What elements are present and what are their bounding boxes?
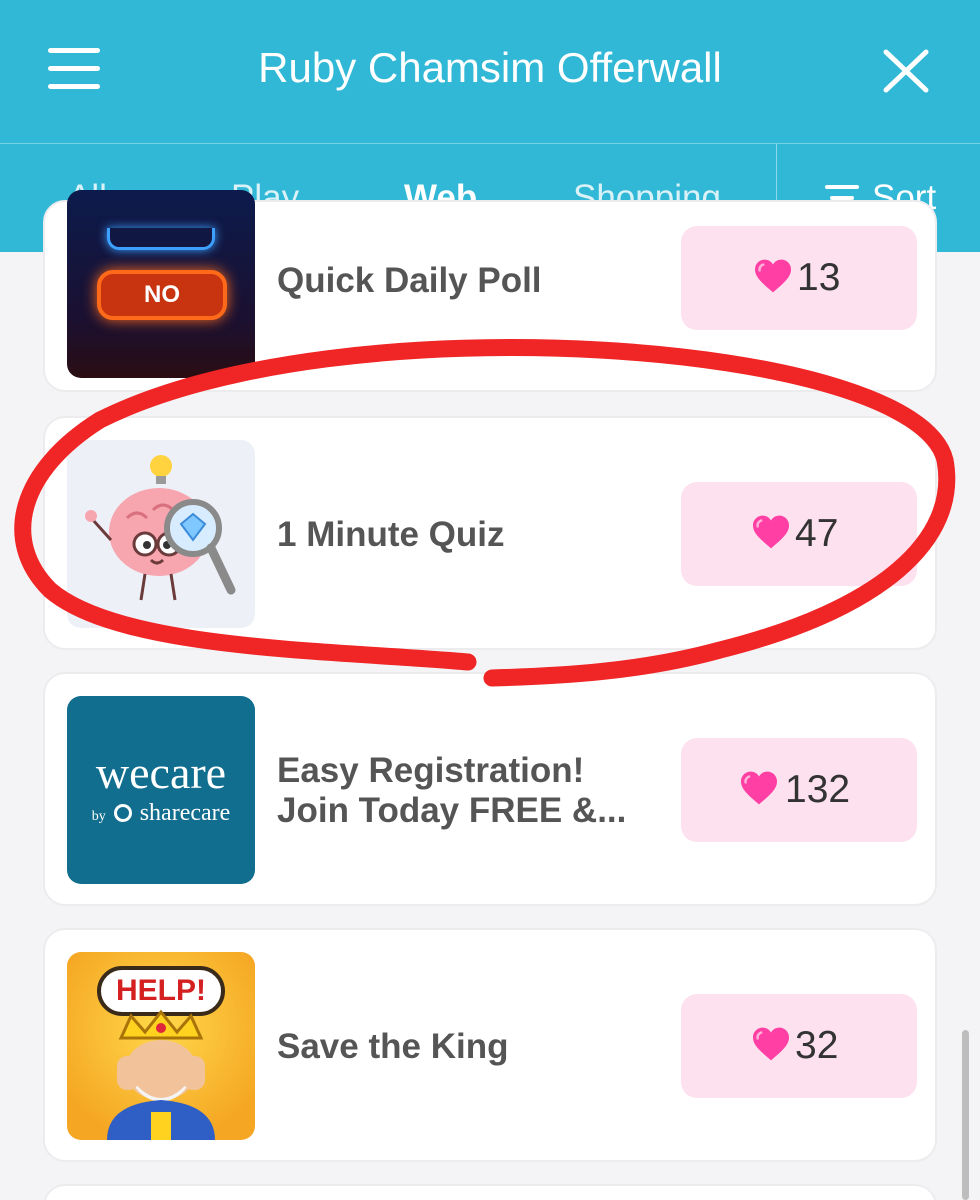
offer-title-line-2: Join Today FREE &... [277, 791, 627, 830]
reward-amount: 132 [785, 768, 851, 811]
offer-card[interactable]: NO Quick Daily Poll 13 [43, 190, 937, 392]
wecare-logo-image: wecare by sharecare [67, 696, 255, 884]
close-icon [883, 49, 929, 93]
reward-amount: 32 [795, 1024, 839, 1067]
yes-button-graphic [107, 228, 215, 250]
app-header: Ruby Chamsim Offerwall [0, 0, 980, 143]
reward-badge[interactable]: 32 [681, 994, 917, 1098]
offer-title-line-1: Easy Registration! [277, 751, 585, 790]
offer-card[interactable]: wecare by sharecare Easy Registration! J… [43, 672, 937, 906]
heart-icon [753, 1027, 789, 1061]
reward-amount: 47 [795, 512, 839, 555]
king-character-icon [107, 1009, 215, 1140]
offer-title: Save the King [277, 1027, 509, 1066]
byline-brand: sharecare [139, 800, 231, 826]
scrollbar[interactable] [962, 1030, 969, 1200]
offer-card[interactable]: 1 Minute Quiz 47 [43, 416, 937, 650]
yes-no-buttons-image: NO [67, 190, 255, 378]
wecare-logo-text: wecare [95, 747, 227, 798]
brain-magnifier-image [67, 440, 255, 628]
offer-title: 1 Minute Quiz [277, 515, 505, 554]
offer-card[interactable] [43, 1184, 937, 1200]
offer-title: Quick Daily Poll [277, 261, 542, 300]
reward-badge[interactable]: 132 [681, 738, 917, 842]
byline-by: by [91, 809, 106, 824]
brain-character-icon [85, 455, 236, 601]
sharecare-byline: by sharecare [67, 800, 255, 827]
page-title: Ruby Chamsim Offerwall [258, 44, 722, 91]
crying-king-image: HELP! [67, 952, 255, 1140]
offer-card[interactable]: HELP! Save the King 32 [43, 928, 937, 1162]
heart-icon [755, 259, 791, 293]
no-button-graphic: NO [97, 270, 227, 320]
reward-badge[interactable]: 13 [681, 226, 917, 330]
heart-icon [753, 515, 789, 549]
heart-icon [741, 771, 777, 805]
reward-badge[interactable]: 47 [681, 482, 917, 586]
reward-amount: 13 [797, 256, 841, 299]
close-button[interactable] [880, 48, 932, 94]
sharecare-icon [113, 804, 132, 822]
